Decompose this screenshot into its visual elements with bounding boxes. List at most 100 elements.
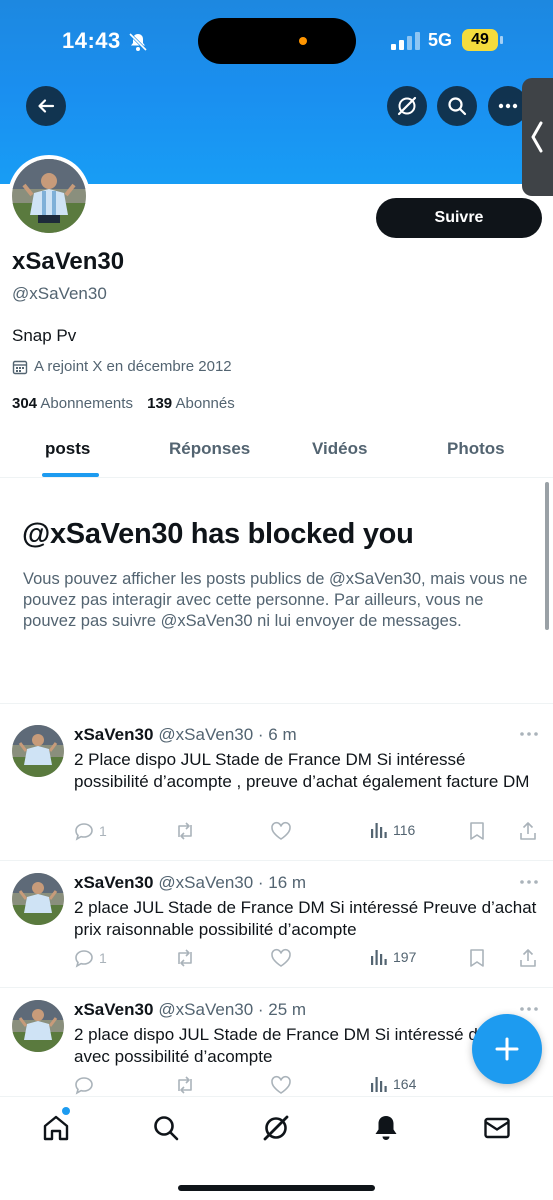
- bell-off-icon: [128, 32, 148, 52]
- following-label: Abonnements: [40, 395, 133, 412]
- search-icon[interactable]: [151, 1113, 181, 1143]
- post-avatar[interactable]: [12, 725, 64, 777]
- divider: [0, 703, 553, 704]
- bookmark-icon: [470, 822, 484, 840]
- tab-posts[interactable]: posts: [45, 439, 90, 459]
- bell-icon[interactable]: [371, 1113, 401, 1143]
- back-arrow-icon: [38, 99, 55, 113]
- views-count: 164: [393, 1076, 417, 1092]
- like-button[interactable]: [270, 948, 292, 968]
- views-button[interactable]: 197: [370, 948, 416, 966]
- divider: [0, 860, 553, 861]
- post-header: xSaVen30 @xSaVen30 · 16 m: [74, 873, 306, 893]
- like-button[interactable]: [270, 821, 292, 841]
- back-button[interactable]: [26, 86, 66, 126]
- repost-button[interactable]: [174, 821, 196, 841]
- avatar-image: [12, 725, 64, 777]
- follow-stats: 304 Abonnements 139 Abonnés: [12, 395, 235, 412]
- views-icon: [371, 950, 387, 965]
- post-meta: @xSaVen30 · 6 m: [158, 725, 297, 744]
- tab-replies[interactable]: Réponses: [169, 439, 250, 459]
- avatar-image: [12, 873, 64, 925]
- share-button[interactable]: [518, 948, 538, 968]
- search-icon: [448, 97, 467, 116]
- grok-icon[interactable]: [261, 1113, 291, 1143]
- grok-icon: [397, 96, 417, 116]
- tab-videos[interactable]: Vidéos: [312, 439, 367, 459]
- post-avatar[interactable]: [12, 873, 64, 925]
- profile-handle: @xSaVen30: [12, 284, 107, 303]
- home-indicator: [178, 1185, 375, 1191]
- views-button[interactable]: 164: [370, 1075, 416, 1093]
- grok-button[interactable]: [387, 86, 427, 126]
- heart-icon: [271, 821, 291, 840]
- followers-link[interactable]: 139 Abonnés: [147, 395, 235, 412]
- profile-bio: Snap Pv: [12, 326, 77, 345]
- home-icon[interactable]: [41, 1113, 71, 1143]
- post-text: 2 place JUL Stade de France DM Si intére…: [74, 898, 537, 939]
- repost-icon: [178, 1076, 192, 1094]
- blocked-description: Vous pouvez afficher les posts publics d…: [23, 570, 528, 630]
- post-author[interactable]: xSaVen30: [74, 725, 153, 744]
- status-bar: 14:43 5G 49: [0, 18, 553, 64]
- views-button[interactable]: 116: [370, 821, 415, 839]
- post-text: 2 Place dispo JUL Stade de France DM Si …: [74, 750, 530, 791]
- divider: [0, 987, 553, 988]
- follow-button[interactable]: Suivre: [376, 198, 542, 238]
- mail-icon[interactable]: [482, 1113, 512, 1143]
- share-button[interactable]: [518, 821, 538, 841]
- share-icon: [520, 949, 536, 967]
- compose-button[interactable]: [472, 1014, 542, 1084]
- side-panel-handle[interactable]: [522, 78, 553, 196]
- home-notification-dot: [62, 1107, 70, 1115]
- views-icon: [371, 823, 387, 838]
- post-text: 2 place dispo JUL Stade de France DM Si …: [74, 1025, 524, 1066]
- post-more-icon[interactable]: [519, 879, 539, 885]
- profile-tabs: posts Réponses Vidéos Photos: [0, 424, 553, 478]
- repost-button[interactable]: [174, 948, 196, 968]
- scrollbar[interactable]: [545, 482, 549, 630]
- bottom-navigation: [0, 1096, 553, 1200]
- search-button[interactable]: [437, 86, 477, 126]
- post-author[interactable]: xSaVen30: [74, 873, 153, 892]
- repost-button[interactable]: [174, 1075, 196, 1095]
- like-button[interactable]: [270, 1075, 292, 1095]
- reply-button[interactable]: 1: [74, 948, 107, 968]
- following-count: 304: [12, 395, 38, 412]
- recording-dot: [299, 37, 307, 45]
- reply-icon: [75, 950, 93, 968]
- post-more-icon[interactable]: [519, 1006, 539, 1012]
- dynamic-island: [198, 18, 356, 64]
- avatar-image: [12, 1000, 64, 1052]
- active-tab-indicator: [42, 473, 99, 477]
- post-meta: @xSaVen30 · 16 m: [158, 873, 307, 892]
- reply-button[interactable]: 1: [74, 821, 107, 841]
- followers-count: 139: [147, 395, 173, 412]
- bookmark-button[interactable]: [468, 948, 486, 968]
- reply-icon: [75, 1077, 93, 1095]
- views-count: 197: [393, 949, 417, 965]
- post-author[interactable]: xSaVen30: [74, 1000, 153, 1019]
- blocked-title: @xSaVen30 has blocked you: [22, 518, 414, 550]
- post-actions: 1 116: [74, 821, 544, 845]
- battery-tip: [500, 36, 503, 44]
- bookmark-button[interactable]: [468, 821, 486, 841]
- heart-icon: [271, 1075, 291, 1094]
- post-header: xSaVen30 @xSaVen30 · 25 m: [74, 1000, 306, 1020]
- reply-count: 1: [99, 823, 107, 839]
- signal-icon: [391, 32, 420, 50]
- views-count: 116: [393, 822, 416, 838]
- post-header: xSaVen30 @xSaVen30 · 6 m: [74, 725, 297, 745]
- post-more-icon[interactable]: [519, 731, 539, 737]
- plus-icon: [495, 1037, 519, 1061]
- calendar-icon: [12, 360, 28, 374]
- network-type: 5G: [428, 30, 453, 50]
- reply-button[interactable]: [74, 1075, 94, 1095]
- battery-indicator: 49: [462, 29, 498, 51]
- profile-avatar[interactable]: [8, 155, 90, 237]
- tab-photos[interactable]: Photos: [447, 439, 505, 459]
- following-link[interactable]: 304 Abonnements: [12, 395, 133, 412]
- views-icon: [371, 1077, 387, 1092]
- chevron-left-icon: [531, 121, 543, 153]
- post-avatar[interactable]: [12, 1000, 64, 1052]
